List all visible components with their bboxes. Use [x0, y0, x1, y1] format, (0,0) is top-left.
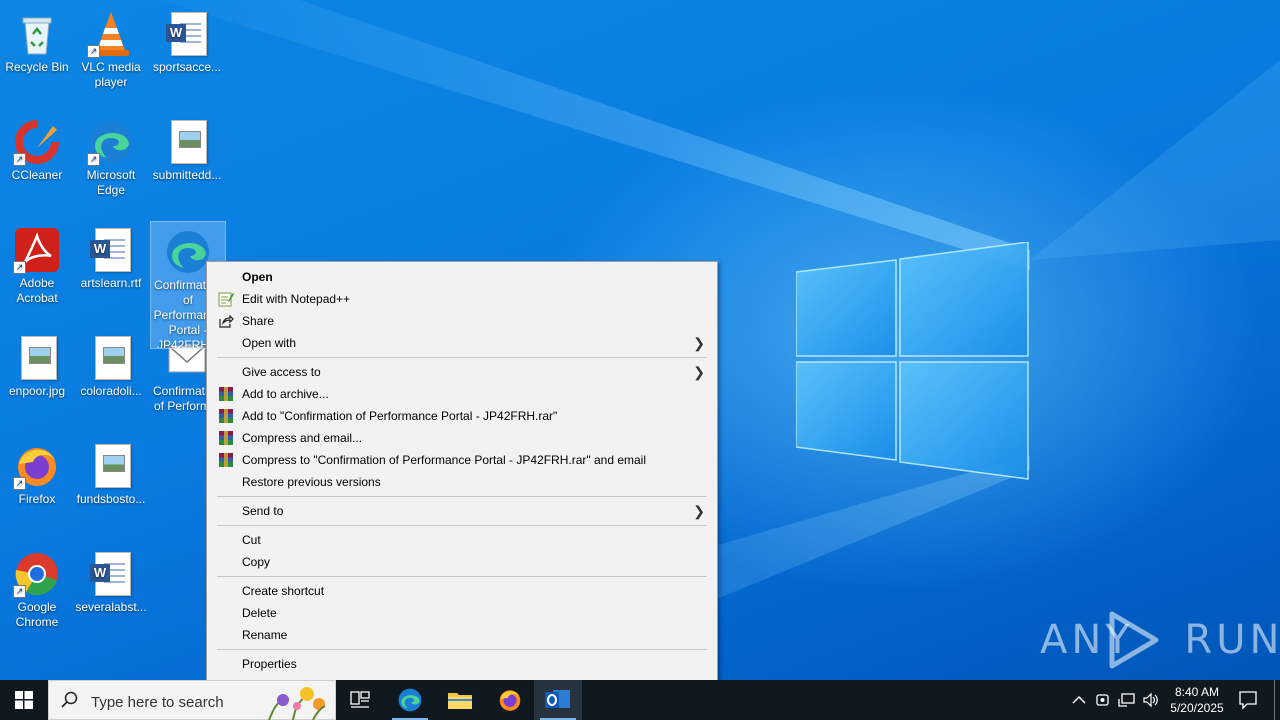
task-view-icon [350, 691, 370, 708]
desktop-icon-enpoor-jpg[interactable]: enpoor.jpg [0, 328, 74, 399]
image-file-icon [87, 334, 135, 382]
start-button[interactable] [0, 680, 48, 720]
desktop-icon-coloradoli[interactable]: coloradoli... [74, 328, 148, 399]
menu-item-cut[interactable]: Cut [209, 529, 715, 551]
share-icon [219, 314, 234, 328]
network-icon[interactable] [1118, 691, 1136, 709]
taskbar-outlook-button[interactable] [534, 680, 582, 720]
taskbar-firefox-button[interactable] [486, 680, 534, 720]
menu-item-compress-to-rar-and-email[interactable]: Compress to "Confirmation of Performance… [209, 449, 715, 471]
menu-item-rename[interactable]: Rename [209, 624, 715, 646]
image-file-icon [87, 442, 135, 490]
desktop-icon-fundsbosto[interactable]: fundsbosto... [74, 436, 148, 507]
clock-time: 8:40 AM [1174, 685, 1220, 699]
show-desktop-button[interactable] [1274, 680, 1275, 720]
menu-separator [217, 576, 707, 577]
desktop-icon-recycle-bin[interactable]: Recycle Bin [0, 4, 74, 75]
desktop-icon-vlc[interactable]: ↗ VLC media player [74, 4, 148, 90]
desktop-icon-firefox[interactable]: ↗ Firefox [0, 436, 74, 507]
outlook-icon [545, 690, 570, 708]
menu-item-open[interactable]: Open [209, 266, 715, 288]
menu-separator [217, 649, 707, 650]
image-file-icon [163, 118, 211, 166]
shortcut-arrow-icon: ↗ [13, 261, 26, 274]
desktop-icon-microsoft-edge[interactable]: ↗ Microsoft Edge [74, 112, 148, 198]
menu-item-create-shortcut[interactable]: Create shortcut [209, 580, 715, 602]
adobe-acrobat-icon: ↗ [13, 226, 61, 274]
menu-item-properties[interactable]: Properties [209, 653, 715, 675]
desktop-icon-severalabst[interactable]: W severalabst... [74, 544, 148, 615]
winrar-icon [219, 453, 233, 467]
menu-item-give-access-to[interactable]: Give access to ❯ [209, 361, 715, 383]
menu-separator [217, 525, 707, 526]
submenu-arrow-icon: ❯ [693, 364, 705, 380]
word-document-icon: W [87, 226, 135, 274]
taskbar-clock[interactable]: 8:40 AM 5/20/2025 [1164, 684, 1230, 716]
shortcut-arrow-icon: ↗ [13, 153, 26, 166]
submenu-arrow-icon: ❯ [693, 335, 705, 351]
desktop-icon-submittedd[interactable]: submittedd... [150, 112, 224, 183]
menu-separator [217, 357, 707, 358]
watermark-text: ANY RUN [1040, 617, 1280, 663]
windows-start-icon [15, 691, 33, 709]
recycle-bin-icon [13, 10, 61, 58]
winrar-icon [219, 431, 233, 445]
clock-date: 5/20/2025 [1170, 701, 1224, 715]
ccleaner-icon: ↗ [13, 118, 61, 166]
volume-icon[interactable] [1142, 691, 1160, 709]
winrar-icon [219, 387, 233, 401]
edge-icon: ↗ [87, 118, 135, 166]
search-highlight-flowers-icon [268, 687, 326, 720]
image-file-icon [13, 334, 61, 382]
context-menu: Open Edit with Notepad++ Share Open with… [206, 261, 718, 681]
taskbar-file-explorer-button[interactable] [436, 680, 484, 720]
winrar-icon [219, 409, 233, 423]
taskbar: 8:40 AM 5/20/2025 [0, 680, 1280, 720]
shortcut-arrow-icon: ↗ [87, 153, 100, 166]
desktop-icon-adobe-acrobat[interactable]: ↗ Adobe Acrobat [0, 220, 74, 306]
menu-separator [217, 496, 707, 497]
edge-icon [164, 228, 212, 276]
menu-item-delete[interactable]: Delete [209, 602, 715, 624]
firefox-icon: ↗ [13, 442, 61, 490]
search-input[interactable] [89, 690, 273, 714]
windows-logo-wallpaper-icon [796, 242, 1029, 480]
edge-icon [398, 688, 422, 712]
word-document-icon: W [87, 550, 135, 598]
meet-now-icon[interactable] [1094, 691, 1112, 709]
word-document-icon: W [163, 10, 211, 58]
vlc-cone-icon: ↗ [87, 10, 135, 58]
desktop-icon-sportsacce[interactable]: W sportsacce... [150, 4, 224, 75]
menu-item-add-to-rar[interactable]: Add to "Confirmation of Performance Port… [209, 405, 715, 427]
menu-item-restore-previous-versions[interactable]: Restore previous versions [209, 471, 715, 493]
desktop-icon-google-chrome[interactable]: ↗ Google Chrome [0, 544, 74, 630]
folder-icon [448, 693, 472, 709]
menu-item-compress-and-email[interactable]: Compress and email... [209, 427, 715, 449]
menu-item-share[interactable]: Share [209, 310, 715, 332]
firefox-icon [499, 690, 521, 711]
desktop-icon-ccleaner[interactable]: ↗ CCleaner [0, 112, 74, 183]
chrome-icon: ↗ [13, 550, 61, 598]
taskbar-search-box[interactable] [48, 680, 336, 720]
shortcut-arrow-icon: ↗ [13, 477, 26, 490]
menu-item-open-with[interactable]: Open with ❯ [209, 332, 715, 354]
menu-item-add-to-archive[interactable]: Add to archive... [209, 383, 715, 405]
taskbar-edge-button[interactable] [386, 680, 434, 720]
menu-item-edit-with-notepadpp[interactable]: Edit with Notepad++ [209, 288, 715, 310]
notepadpp-icon [218, 292, 234, 307]
anyrun-watermark: ANY RUN [1040, 608, 1280, 672]
menu-item-copy[interactable]: Copy [209, 551, 715, 573]
show-hidden-icons-chevron-icon[interactable] [1070, 691, 1088, 709]
notifications-icon[interactable] [1238, 690, 1258, 710]
submenu-arrow-icon: ❯ [693, 503, 705, 519]
shortcut-arrow-icon: ↗ [87, 45, 100, 58]
shortcut-arrow-icon: ↗ [13, 585, 26, 598]
search-icon [61, 691, 78, 708]
desktop-icon-artslearn-rtf[interactable]: W artslearn.rtf [74, 220, 148, 291]
menu-item-send-to[interactable]: Send to ❯ [209, 500, 715, 522]
task-view-button[interactable] [338, 680, 382, 720]
